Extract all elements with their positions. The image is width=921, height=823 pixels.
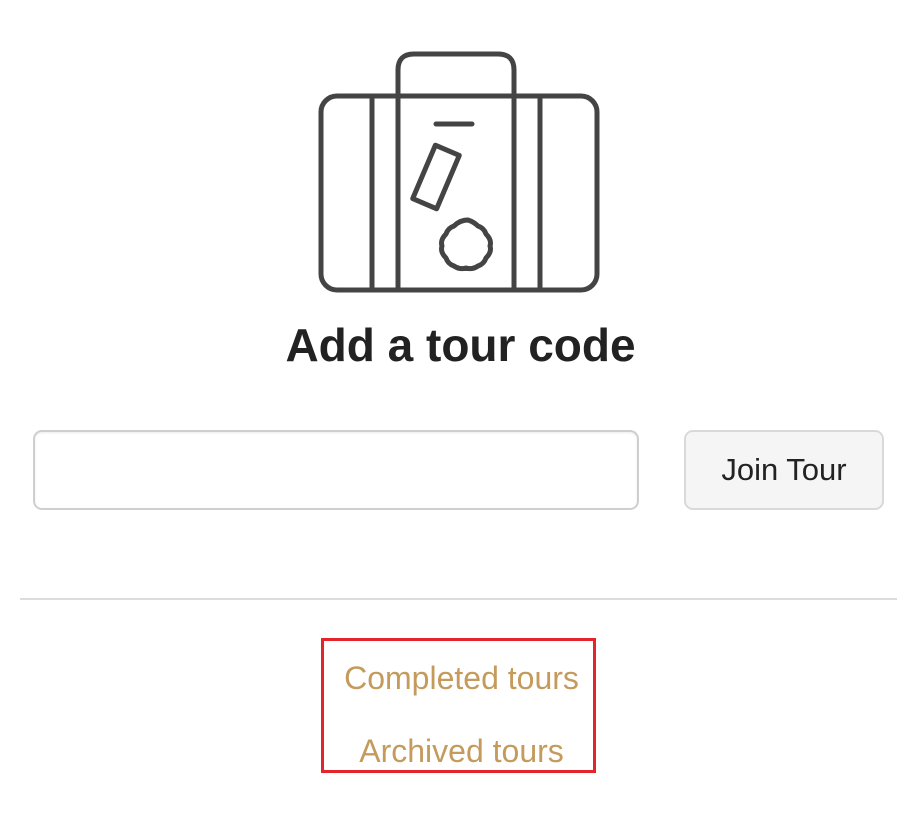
- divider: [20, 598, 897, 600]
- completed-tours-link[interactable]: Completed tours: [324, 658, 599, 698]
- page-title: Add a tour code: [285, 319, 636, 371]
- tour-code-input[interactable]: [33, 430, 639, 510]
- suitcase-icon: [316, 50, 602, 296]
- archived-tours-link[interactable]: Archived tours: [324, 731, 599, 771]
- join-tour-button[interactable]: Join Tour: [684, 430, 884, 510]
- tour-links-highlight: Completed tours Archived tours: [321, 638, 596, 773]
